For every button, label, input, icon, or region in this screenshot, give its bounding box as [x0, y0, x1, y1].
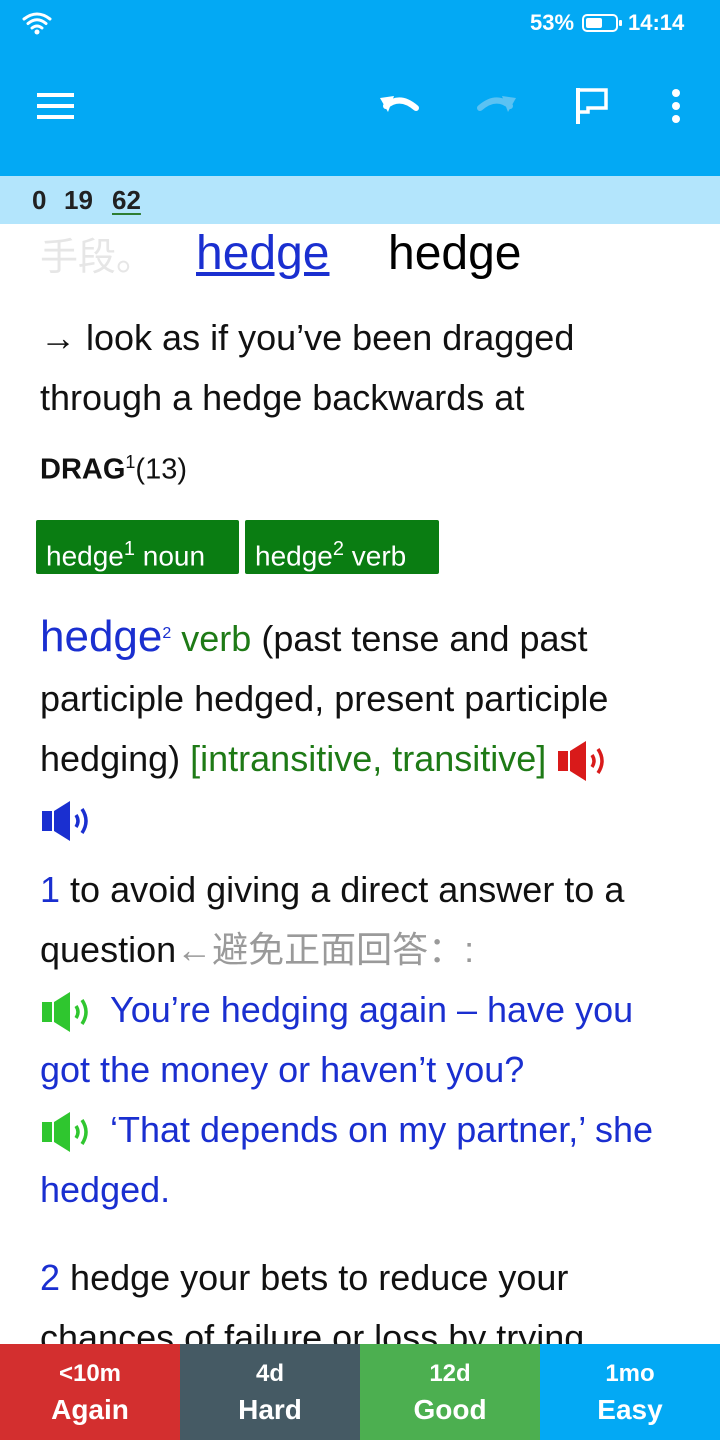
ref-word: DRAG — [40, 453, 126, 486]
faded-text: 手段。 — [40, 237, 155, 279]
learning-count: 19 — [64, 185, 93, 215]
review-count: 62 — [112, 185, 141, 215]
hard-label: Hard — [238, 1394, 302, 1425]
cross-reference-text: → look as if you’ve been dragged through… — [40, 317, 575, 418]
card-counts: 0 19 62 — [0, 176, 720, 224]
chip-hedge-verb[interactable]: hedge2 verb — [245, 520, 439, 574]
hard-interval: 4d — [255, 1360, 284, 1387]
example-2: ‘That depends on my partner,’ she hedged… — [40, 1109, 654, 1210]
entry-pos: verb — [181, 618, 252, 659]
chip-word: hedge — [255, 540, 333, 572]
ref-num: (13) — [135, 453, 187, 486]
again-interval: <10m — [58, 1360, 122, 1387]
more-vertical-icon[interactable] — [648, 78, 704, 134]
card-content[interactable]: 手段。 hedge hedge → look as if you’ve been… — [0, 224, 720, 1344]
chip-word: hedge — [46, 540, 124, 572]
good-button[interactable]: 12d Good — [360, 1344, 540, 1440]
sense-number: 1 — [40, 869, 61, 910]
speaker-us-icon[interactable] — [40, 799, 100, 843]
chip-sup: 1 — [123, 538, 135, 560]
easy-label: Easy — [597, 1394, 663, 1425]
example-1: You’re hedging again – have you got the … — [40, 989, 634, 1090]
entry-grammar: [intransitive, transitive] — [190, 738, 547, 779]
entry-word: hedge — [40, 612, 163, 661]
speaker-example-icon[interactable] — [40, 990, 100, 1034]
speaker-uk-icon[interactable] — [556, 739, 616, 783]
chip-hedge-noun[interactable]: hedge1 noun — [36, 520, 239, 574]
battery-icon — [582, 14, 622, 32]
again-button[interactable]: <10m Again — [0, 1344, 180, 1440]
battery-percent: 53% — [530, 10, 575, 35]
hard-button[interactable]: 4d Hard — [180, 1344, 360, 1440]
headword: hedge — [388, 227, 522, 280]
sense-definition: hedge your bets to reduce your chances o… — [40, 1257, 585, 1344]
answer-buttons: <10m Again 4d Hard 12d Good 1mo Easy — [0, 1344, 720, 1440]
good-label: Good — [413, 1394, 487, 1425]
entry-header: hedge2 verb (past tense and past partici… — [40, 604, 680, 849]
toolbar — [0, 48, 720, 176]
sense-2: 2 hedge your bets to reduce your chances… — [40, 1248, 680, 1344]
flag-icon[interactable] — [564, 78, 620, 134]
again-label: Again — [51, 1394, 129, 1425]
hamburger-menu-icon[interactable] — [28, 78, 84, 134]
redo-icon[interactable] — [468, 78, 524, 134]
new-count: 0 — [32, 185, 47, 215]
speaker-example-icon[interactable] — [40, 1110, 100, 1154]
good-interval: 12d — [429, 1360, 471, 1387]
chip-pos: noun — [142, 540, 206, 572]
wifi-icon — [22, 12, 52, 35]
sense-number: 2 — [40, 1257, 61, 1298]
headword-link[interactable]: hedge — [196, 226, 329, 281]
sense-chinese: ←避免正面回答：: — [176, 929, 475, 970]
status-bar: 53% 14:14 — [0, 0, 720, 48]
chip-pos: verb — [351, 540, 407, 572]
undo-icon[interactable] — [372, 78, 428, 134]
clock: 14:14 — [628, 10, 685, 35]
ref-sup: 1 — [125, 452, 136, 472]
cross-reference-link[interactable]: DRAG1(13) — [40, 452, 187, 487]
easy-interval: 1mo — [605, 1360, 655, 1387]
entry-sup: 2 — [162, 625, 172, 642]
sense-1: 1 to avoid giving a direct answer to a q… — [40, 860, 680, 1220]
chip-sup: 2 — [332, 538, 344, 560]
easy-button[interactable]: 1mo Easy — [540, 1344, 720, 1440]
card-header: 手段。 hedge hedge — [0, 224, 720, 288]
